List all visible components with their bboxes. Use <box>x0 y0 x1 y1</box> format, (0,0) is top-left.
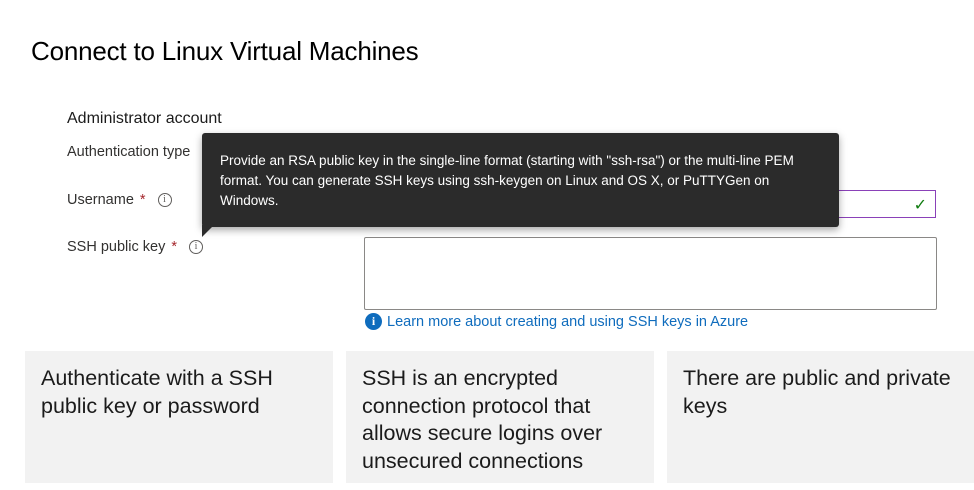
info-card-text: Authenticate with a SSH public key or pa… <box>41 366 273 418</box>
tooltip-text: Provide an RSA public key in the single-… <box>220 153 794 208</box>
username-label: Username * i <box>67 192 172 208</box>
ssh-public-key-textarea[interactable] <box>364 237 937 310</box>
info-card-authenticate: Authenticate with a SSH public key or pa… <box>25 351 333 483</box>
required-asterisk: * <box>171 239 177 255</box>
info-card-ssh-protocol: SSH is an encrypted connection protocol … <box>346 351 654 483</box>
required-asterisk: * <box>139 192 146 208</box>
info-card-text: SSH is an encrypted connection protocol … <box>362 366 603 473</box>
authentication-type-label: Authentication type <box>67 144 190 160</box>
learn-more-link-text[interactable]: Learn more about creating and using SSH … <box>387 314 748 330</box>
page-title: Connect to Linux Virtual Machines <box>31 36 419 66</box>
ssh-public-key-label-text: SSH public key <box>67 239 166 255</box>
authentication-type-label-text: Authentication type <box>67 144 191 160</box>
info-card-text: There are public and private keys <box>683 366 951 418</box>
checkmark-icon: ✓ <box>913 197 927 214</box>
info-icon[interactable]: i <box>188 240 203 254</box>
tooltip-pointer <box>202 225 214 237</box>
username-label-text: Username <box>67 192 134 208</box>
ssh-public-key-label: SSH public key * i <box>67 239 203 255</box>
section-heading-administrator-account: Administrator account <box>67 110 222 127</box>
page: Connect to Linux Virtual Machines Admini… <box>0 0 974 490</box>
learn-more-ssh-keys-link[interactable]: i Learn more about creating and using SS… <box>365 313 748 330</box>
info-circle-icon: i <box>365 313 382 330</box>
info-card-keys: There are public and private keys <box>667 351 974 483</box>
info-icon[interactable]: i <box>157 193 172 207</box>
ssh-key-tooltip: Provide an RSA public key in the single-… <box>202 133 839 227</box>
